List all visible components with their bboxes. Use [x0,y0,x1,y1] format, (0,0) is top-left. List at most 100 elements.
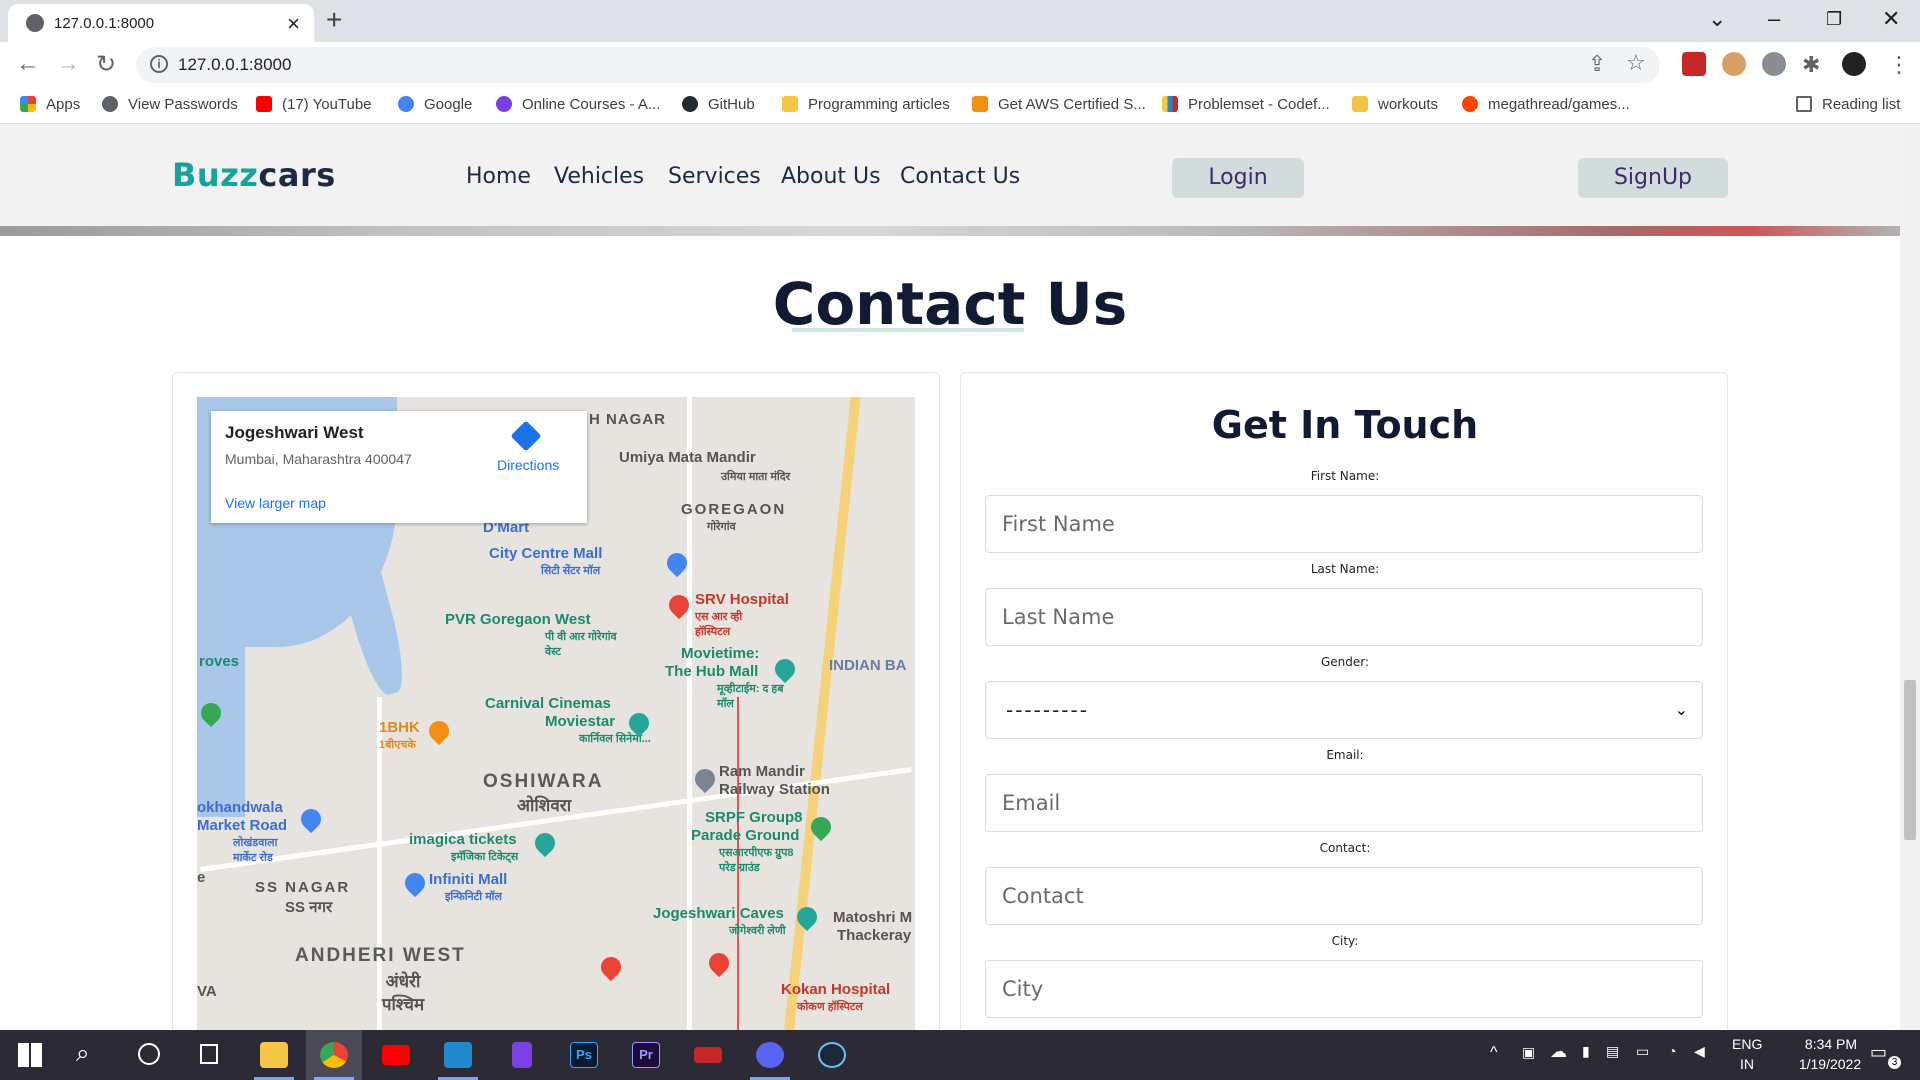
url-text[interactable]: 127.0.0.1:8000 [178,55,291,75]
bookmark-workouts[interactable]: workouts [1352,96,1438,113]
extension-gray-icon[interactable] [1762,52,1786,76]
start-button[interactable] [2,1030,58,1080]
contact-input[interactable] [985,867,1703,925]
restore-button[interactable]: ❐ [1826,9,1842,30]
close-tab-icon[interactable]: × [287,11,300,37]
signup-button[interactable]: SignUp [1578,158,1728,198]
browser-tabstrip: 127.0.0.1:8000 × + ⌄ – ❐ ✕ [0,0,1920,42]
login-button[interactable]: Login [1172,158,1304,198]
new-tab-button[interactable]: + [326,4,342,36]
taskbar-vscode[interactable] [430,1030,486,1080]
nav-vehicles[interactable]: Vehicles [554,164,644,189]
language-primary[interactable]: ENG [1732,1036,1762,1052]
volume-icon[interactable]: ◀ [1694,1043,1705,1060]
taskbar-file-explorer[interactable] [246,1030,302,1080]
google-map[interactable]: H NAGAR Umiya Mata Mandir उमिया माता मंद… [197,397,915,1030]
nav-about-us[interactable]: About Us [781,164,881,189]
map-label: SRPF Group8 [705,809,803,826]
notification-center-icon[interactable]: ▭ [1870,1042,1887,1063]
windows-logo-icon [18,1043,42,1067]
microphone-icon[interactable]: ▮ [1582,1043,1590,1060]
back-arrow-icon[interactable]: ← [16,50,40,78]
browser-tab-active[interactable]: 127.0.0.1:8000 × [8,4,314,42]
cortana-button[interactable] [120,1030,176,1080]
first-name-label: First Name: [1310,469,1380,483]
bookmark-online-courses[interactable]: Online Courses - A... [496,96,660,113]
ticket-pin-icon[interactable] [530,828,560,858]
clock-time[interactable]: 8:34 PM [1786,1036,1876,1052]
nav-services[interactable]: Services [668,164,761,189]
hospital-pin-icon[interactable] [704,948,734,978]
search-button[interactable]: ⌕ [60,1030,116,1080]
close-window-button[interactable]: ✕ [1882,6,1900,32]
bookmark-programming-articles[interactable]: Programming articles [782,96,950,113]
onedrive-cloud-icon[interactable]: ☁ [1550,1042,1567,1062]
nav-home[interactable]: Home [466,164,531,189]
bookmark-apps[interactable]: Apps [20,96,80,113]
taskbar-chrome[interactable] [306,1030,362,1080]
ublock-extension-icon[interactable] [1682,52,1706,76]
puzzle-extensions-icon[interactable]: ✱ [1802,52,1820,78]
taskbar-youtube[interactable] [368,1030,424,1080]
bookmark-codeforces[interactable]: Problemset - Codef... [1162,96,1330,113]
taskbar-obsidian[interactable] [494,1030,550,1080]
kebab-menu-icon[interactable]: ⋮ [1888,52,1910,78]
cinema-pin-icon[interactable] [770,654,800,684]
map-label: पी वी आर गोरेगांव वेस्ट [545,631,617,658]
scrollbar-thumb[interactable] [1904,680,1916,840]
shopping-pin-icon[interactable] [296,804,326,834]
bookmark-reddit[interactable]: megathread/games... [1462,96,1630,113]
contact-form-card: Get In Touch First Name: Last Name: Gend… [960,372,1728,1030]
gender-selected-value: --------- [1006,698,1089,722]
reload-icon[interactable]: ↻ [96,50,116,79]
map-card: H NAGAR Umiya Mata Mandir उमिया माता मंद… [172,372,940,1030]
directions-link[interactable]: Directions [497,457,559,473]
bookmark-github[interactable]: GitHub [682,96,755,113]
taskbar-premiere[interactable]: Pr [618,1030,674,1080]
restaurant-pin-icon[interactable] [424,716,454,746]
forward-arrow-icon[interactable]: → [56,50,80,78]
bookmark-google[interactable]: Google [398,96,472,113]
security-icon[interactable]: ▤ [1606,1043,1619,1060]
tab-search-chevron-icon[interactable]: ⌄ [1708,6,1726,32]
nav-contact-us[interactable]: Contact Us [900,164,1020,189]
minimize-button[interactable]: – [1768,6,1780,32]
cortana-circle-icon [138,1043,160,1065]
address-bar[interactable]: i 127.0.0.1:8000 ⇪ ☆ [136,47,1660,83]
taskbar-game-app[interactable] [680,1030,736,1080]
bookmark-aws[interactable]: Get AWS Certified S... [972,96,1146,113]
reading-list[interactable]: Reading list [1796,96,1900,113]
map-label: गोरेगांव [707,521,736,533]
wifi-icon[interactable]: ◔ [1668,1043,1676,1059]
profile-avatar[interactable] [1842,52,1866,76]
battery-icon[interactable]: ▭ [1636,1043,1649,1060]
city-input[interactable] [985,960,1703,1018]
page-scrollbar[interactable] [1900,124,1920,1030]
bookmark-view-passwords[interactable]: View Passwords [102,96,238,113]
clock-date[interactable]: 1/19/2022 [1778,1056,1882,1072]
taskbar-photoshop[interactable]: Ps [556,1030,612,1080]
taskbar-steam[interactable] [804,1030,860,1080]
share-icon[interactable]: ⇪ [1588,51,1606,77]
train-station-pin-icon[interactable] [690,764,720,794]
last-name-input[interactable] [985,588,1703,646]
bookmark-youtube[interactable]: (17) YouTube [256,96,372,113]
hospital-pin-icon[interactable] [596,952,626,982]
shopping-pin-icon[interactable] [400,868,430,898]
star-bookmark-icon[interactable]: ☆ [1626,50,1646,76]
site-logo[interactable]: Buzzcars [172,156,336,194]
email-input[interactable] [985,774,1703,832]
language-region[interactable]: IN [1740,1056,1754,1072]
directions-icon[interactable] [510,420,542,452]
extension-avatar-icon[interactable] [1722,52,1746,76]
task-view-button[interactable] [180,1030,236,1080]
info-icon[interactable]: i [150,55,168,73]
map-label: H NAGAR [589,411,666,428]
view-larger-map-link[interactable]: View larger map [225,495,326,511]
chevron-up-icon[interactable]: ^ [1490,1044,1498,1062]
meet-icon[interactable]: ▣ [1522,1044,1535,1061]
taskbar-discord[interactable] [742,1030,798,1080]
contact-label: Contact: [1319,841,1371,855]
gender-select[interactable]: --------- ⌄ [985,681,1703,739]
first-name-input[interactable] [985,495,1703,553]
